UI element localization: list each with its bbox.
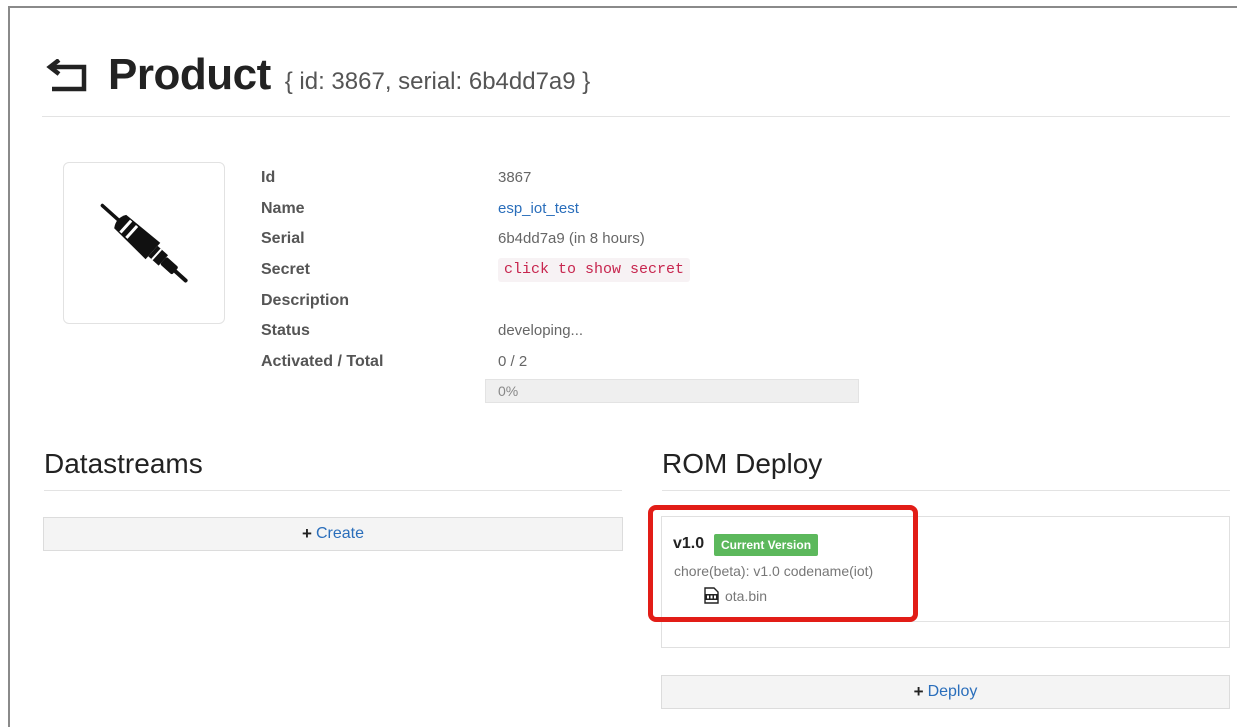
deploy-button[interactable]: + Deploy: [661, 675, 1230, 709]
id-label: Id: [261, 169, 276, 186]
status-label: Status: [261, 322, 310, 339]
page-title: Product: [108, 50, 271, 99]
create-label: Create: [315, 525, 364, 542]
plus-icon: +: [913, 682, 924, 701]
show-secret-button[interactable]: click to show secret: [498, 258, 691, 282]
plus-icon: +: [302, 524, 312, 543]
page-header: Product { id: 3867, serial: 6b4dd7a9 }: [46, 50, 590, 100]
datastreams-heading: Datastreams: [44, 448, 203, 479]
serial-label: Serial: [261, 230, 305, 247]
rom-deploy-divider: [662, 490, 1230, 491]
description-label: Description: [261, 292, 350, 309]
serial-value: 6b4dd7a9 (in 8 hours): [498, 230, 645, 247]
version-highlight-box: [648, 505, 918, 622]
name-link[interactable]: esp_iot_test: [498, 200, 579, 217]
product-image: [63, 162, 225, 324]
activated-label: Activated / Total: [261, 353, 384, 370]
name-label: Name: [261, 200, 305, 217]
header-divider: [42, 116, 1230, 117]
status-value: developing...: [498, 322, 584, 339]
progress-text: 0%: [498, 383, 519, 399]
back-arrow-icon[interactable]: [46, 59, 90, 95]
id-value: 3867: [498, 169, 532, 186]
secret-label: Secret: [261, 261, 310, 278]
datastreams-divider: [44, 490, 622, 491]
page-subtitle: { id: 3867, serial: 6b4dd7a9 }: [284, 68, 591, 95]
plug-connector-icon: [100, 203, 188, 283]
rom-deploy-heading: ROM Deploy: [662, 448, 823, 479]
create-datastream-button[interactable]: + Create: [43, 517, 623, 551]
deploy-label: Deploy: [927, 683, 978, 700]
activated-value: 0 / 2: [498, 353, 528, 370]
activation-progress-bar: 0%: [485, 379, 859, 403]
